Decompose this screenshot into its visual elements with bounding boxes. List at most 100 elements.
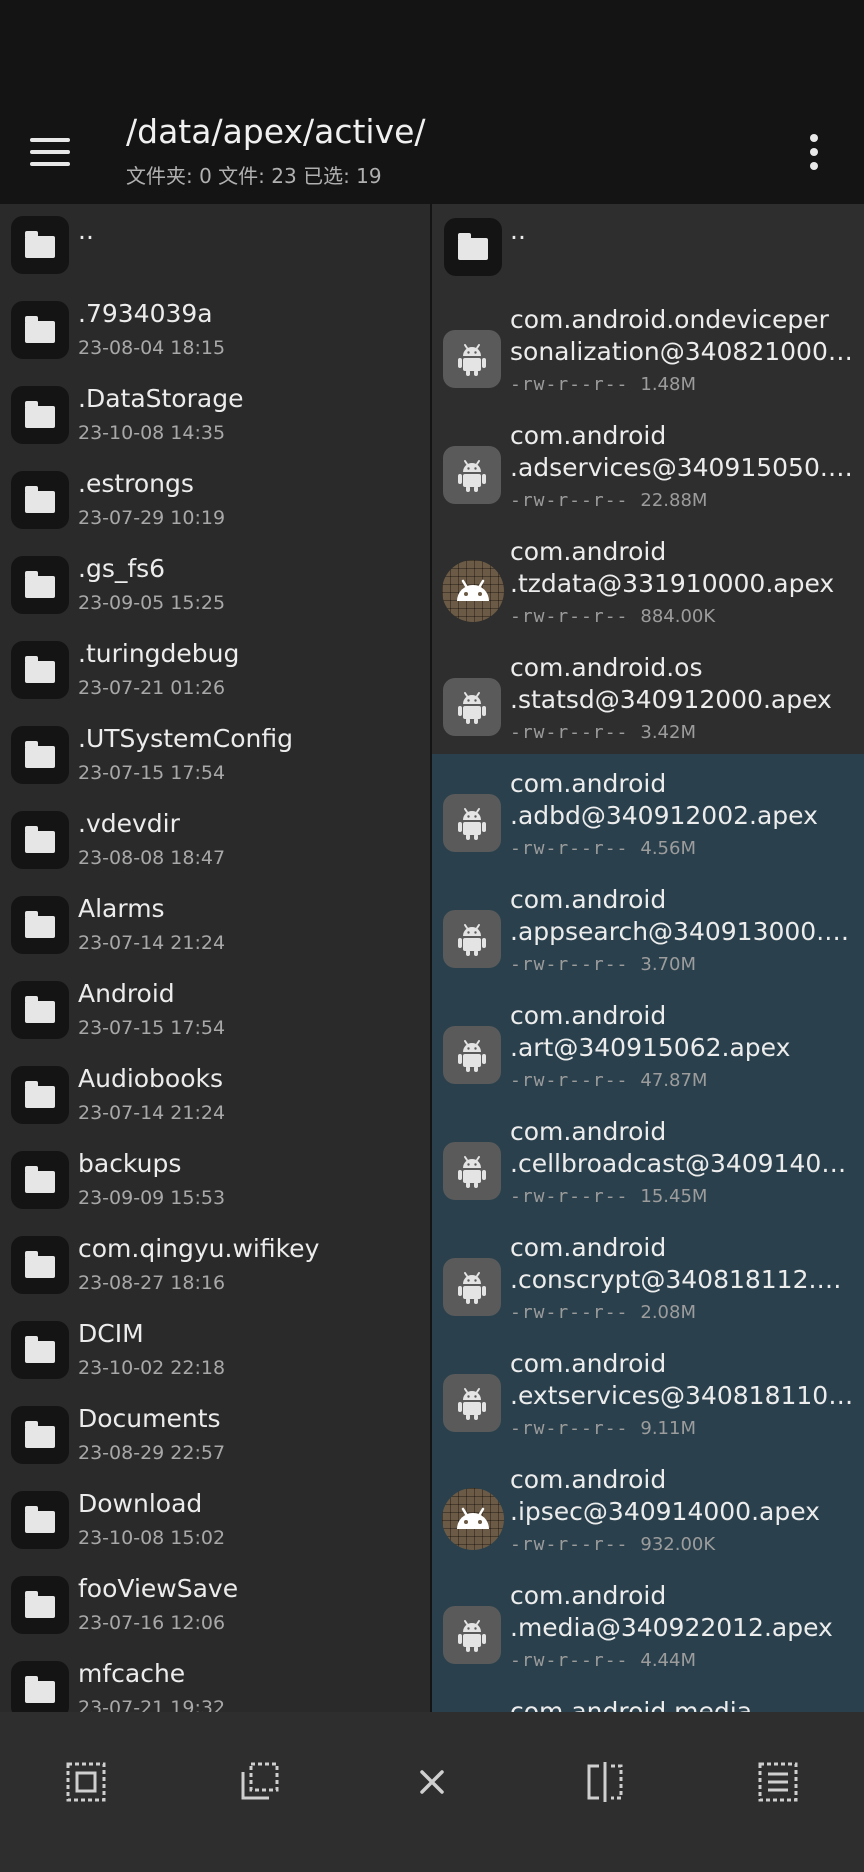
file-row[interactable]: com.android .tzdata@331910000.apex -rw-r--… xyxy=(432,522,864,638)
file-row[interactable]: com.android.os .statsd@340912000.apex -rw-… xyxy=(432,638,864,754)
folder-row[interactable]: backups 23-09-09 15:53 xyxy=(0,1139,430,1224)
folder-name: backups xyxy=(78,1149,182,1178)
select-invert-icon[interactable] xyxy=(231,1754,287,1810)
bottom-action-bar xyxy=(0,1712,864,1872)
close-icon[interactable] xyxy=(404,1754,460,1810)
list-menu-icon[interactable] xyxy=(750,1754,806,1810)
file-name-line1: com.android xyxy=(510,537,667,566)
folder-name: .gs_fs6 xyxy=(78,554,166,583)
file-name-line1: com.android xyxy=(510,1117,667,1146)
folder-icon xyxy=(11,556,69,614)
android-round-icon xyxy=(442,1488,504,1550)
file-row[interactable]: com.android .adbd@340912002.apex -rw-r--r-… xyxy=(432,754,864,870)
file-row[interactable]: com.android .extservices@340818110.… -rw-r… xyxy=(432,1334,864,1450)
file-permissions: -rw-r--r-- xyxy=(510,374,629,395)
folder-date: 23-08-04 18:15 xyxy=(78,337,226,359)
file-name: com.android .adservices@340915050.a… xyxy=(510,420,856,484)
file-name-line1: com.android xyxy=(510,421,667,450)
file-row[interactable]: com.android .conscrypt@340818112.a… -rw-r-… xyxy=(432,1218,864,1334)
android-apk-icon xyxy=(443,1142,501,1200)
file-row[interactable]: com.android .appsearch@340913000.a… -rw-r-… xyxy=(432,870,864,986)
path-title: /data/apex/active/ xyxy=(126,112,426,151)
file-name: com.android .tzdata@331910000.apex xyxy=(510,536,856,600)
folder-icon xyxy=(11,1066,69,1124)
folder-row[interactable]: Audiobooks 23-07-14 21:24 xyxy=(0,1054,430,1139)
folder-row[interactable]: Download 23-10-08 15:02 xyxy=(0,1479,430,1564)
file-permissions: -rw-r--r-- xyxy=(510,1186,629,1207)
folder-row[interactable]: Alarms 23-07-14 21:24 xyxy=(0,884,430,969)
folder-icon xyxy=(11,1661,69,1712)
file-name-line1: com.android xyxy=(510,1581,667,1610)
file-permissions: -rw-r--r-- xyxy=(510,1070,629,1091)
more-options-icon[interactable] xyxy=(796,124,832,180)
parent-directory-row[interactable]: .. xyxy=(0,204,430,289)
folder-row[interactable]: .gs_fs6 23-09-05 15:25 xyxy=(0,544,430,629)
menu-icon[interactable] xyxy=(30,126,82,178)
folder-row[interactable]: mfcache 23-07-21 19:32 xyxy=(0,1649,430,1712)
folder-date: 23-10-08 15:02 xyxy=(78,1527,226,1549)
left-pane: .. .7934039a 23-08-04 18:15 .DataStorage 23… xyxy=(0,204,430,1712)
folder-name: .estrongs xyxy=(78,469,194,498)
folder-name: .DataStorage xyxy=(78,384,244,413)
app-bar: /data/apex/active/ 文件夹: 0 文件: 23 已选: 19 xyxy=(0,100,864,204)
file-row[interactable]: com.android.media xyxy=(432,1682,864,1712)
selection-summary: 文件夹: 0 文件: 23 已选: 19 xyxy=(126,164,382,188)
file-size: 3.42M xyxy=(640,722,696,743)
right-pane: .. com.android.ondeviceper sonalization@3… xyxy=(432,204,864,1712)
folder-row[interactable]: .vdevdir 23-08-08 18:47 xyxy=(0,799,430,884)
folder-row[interactable]: .UTSystemConfig 23-07-15 17:54 xyxy=(0,714,430,799)
folder-name: Download xyxy=(78,1489,203,1518)
file-meta: -rw-r--r-- 884.00K xyxy=(510,606,715,627)
file-permissions: -rw-r--r-- xyxy=(510,1650,629,1671)
folder-row[interactable]: .turingdebug 23-07-21 01:26 xyxy=(0,629,430,714)
folder-date: 23-07-15 17:54 xyxy=(78,762,226,784)
file-name: com.android.ondeviceper sonalization@3408… xyxy=(510,304,856,368)
folder-row[interactable]: Android 23-07-15 17:54 xyxy=(0,969,430,1054)
parent-directory-row[interactable]: .. xyxy=(432,204,864,290)
folder-row[interactable]: fooViewSave 23-07-16 12:06 xyxy=(0,1564,430,1649)
folder-icon xyxy=(11,1491,69,1549)
folder-name: Android xyxy=(78,979,175,1008)
file-name-line1: com.android xyxy=(510,1465,667,1494)
file-size: 4.44M xyxy=(640,1650,696,1671)
folder-row[interactable]: .7934039a 23-08-04 18:15 xyxy=(0,289,430,374)
folder-date: 23-08-27 18:16 xyxy=(78,1272,226,1294)
file-name-line1: com.android xyxy=(510,1233,667,1262)
file-size: 1.48M xyxy=(640,374,696,395)
file-name: com.android .conscrypt@340818112.a… xyxy=(510,1232,856,1296)
select-all-icon[interactable] xyxy=(58,1754,114,1810)
folder-date: 23-09-09 15:53 xyxy=(78,1187,226,1209)
file-size: 884.00K xyxy=(640,606,716,627)
folder-name: DCIM xyxy=(78,1319,144,1348)
folder-row[interactable]: com.qingyu.wifikey 23-08-27 18:16 xyxy=(0,1224,430,1309)
split-view-icon[interactable] xyxy=(577,1754,633,1810)
parent-directory-label: .. xyxy=(510,216,526,245)
folder-row[interactable]: .DataStorage 23-10-08 14:35 xyxy=(0,374,430,459)
folder-date: 23-07-15 17:54 xyxy=(78,1017,226,1039)
file-size: 3.70M xyxy=(640,954,696,975)
file-row[interactable]: com.android .adservices@340915050.a… -rw-r… xyxy=(432,406,864,522)
file-name-line2: sonalization@340821000.… xyxy=(510,337,856,366)
file-row[interactable]: com.android .art@340915062.apex -rw-r--r--… xyxy=(432,986,864,1102)
parent-directory-label: .. xyxy=(78,216,94,245)
file-name: com.android .appsearch@340913000.a… xyxy=(510,884,856,948)
file-meta: -rw-r--r-- 4.56M xyxy=(510,838,696,859)
folder-icon xyxy=(11,301,69,359)
folder-date: 23-07-14 21:24 xyxy=(78,1102,226,1124)
folder-date: 23-10-02 22:18 xyxy=(78,1357,226,1379)
file-row[interactable]: com.android.ondeviceper sonalization@3408… xyxy=(432,290,864,406)
file-row[interactable]: com.android .media@340922012.apex -rw-r--r… xyxy=(432,1566,864,1682)
file-permissions: -rw-r--r-- xyxy=(510,1302,629,1323)
folder-icon xyxy=(11,471,69,529)
file-row[interactable]: com.android .cellbroadcast@34091400… -rw-r… xyxy=(432,1102,864,1218)
folder-row[interactable]: Documents 23-08-29 22:57 xyxy=(0,1394,430,1479)
file-size: 9.11M xyxy=(640,1418,696,1439)
file-permissions: -rw-r--r-- xyxy=(510,1418,629,1439)
file-size: 22.88M xyxy=(640,490,708,511)
folder-row[interactable]: .estrongs 23-07-29 10:19 xyxy=(0,459,430,544)
file-name-line2: .adservices@340915050.a… xyxy=(510,453,856,482)
file-row[interactable]: com.android .ipsec@340914000.apex -rw-r--r… xyxy=(432,1450,864,1566)
folder-row[interactable]: DCIM 23-10-02 22:18 xyxy=(0,1309,430,1394)
folder-icon xyxy=(11,1406,69,1464)
android-apk-icon xyxy=(443,1374,501,1432)
